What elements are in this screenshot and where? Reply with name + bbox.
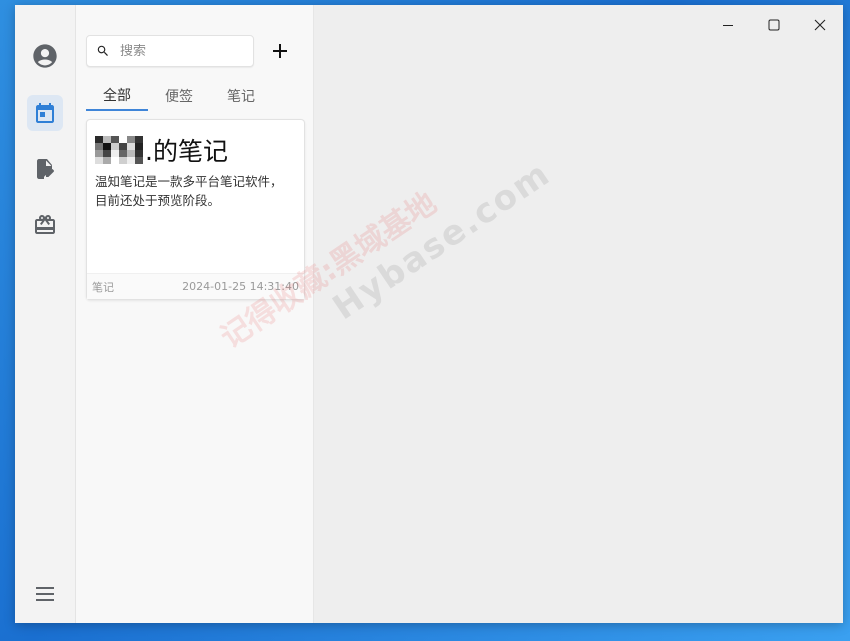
calendar-button[interactable]: [27, 95, 63, 131]
note-card[interactable]: .的笔记 温知笔记是一款多平台笔记软件，目前还处于预览阶段。 笔记 2024-0…: [86, 119, 305, 300]
minimize-icon: [722, 19, 734, 31]
close-button[interactable]: [797, 10, 843, 40]
tab-sticky[interactable]: 便签: [148, 81, 210, 111]
tab-notes[interactable]: 笔记: [210, 81, 272, 111]
maximize-icon: [768, 19, 780, 31]
note-edit-button[interactable]: [27, 151, 63, 187]
gift-icon: [33, 213, 57, 237]
search-input[interactable]: [120, 43, 240, 59]
note-card-title: .的笔记: [95, 132, 228, 168]
menu-button[interactable]: [27, 576, 63, 612]
hamburger-menu-icon: [35, 586, 55, 602]
pixelated-username: [95, 136, 143, 164]
app-window: 全部 便签 笔记 .的笔记 温知笔记是一款多平台笔记软件，目前还处于预览阶段。 …: [15, 5, 843, 623]
calendar-icon: [33, 101, 57, 125]
search-box[interactable]: [86, 35, 254, 67]
minimize-button[interactable]: [705, 10, 751, 40]
note-card-footer: 笔记 2024-01-25 14:31:40: [87, 273, 304, 299]
maximize-button[interactable]: [751, 10, 797, 40]
plus-icon: [272, 43, 288, 59]
close-icon: [814, 19, 826, 31]
note-preview: 温知笔记是一款多平台笔记软件，目前还处于预览阶段。: [95, 174, 283, 208]
filter-tabs: 全部 便签 笔记: [86, 81, 272, 111]
side-rail: [15, 5, 76, 623]
add-note-button[interactable]: [268, 39, 292, 63]
account-button[interactable]: [27, 38, 63, 74]
gift-button[interactable]: [27, 207, 63, 243]
notes-list-pane: 全部 便签 笔记 .的笔记 温知笔记是一款多平台笔记软件，目前还处于预览阶段。 …: [76, 5, 314, 623]
search-icon: [96, 44, 110, 58]
note-edit-icon: [33, 157, 57, 181]
note-timestamp: 2024-01-25 14:31:40: [182, 280, 299, 293]
note-type-label: 笔记: [92, 280, 114, 294]
note-title-text: .的笔记: [145, 137, 228, 166]
tab-all[interactable]: 全部: [86, 81, 148, 111]
account-circle-icon: [31, 42, 59, 70]
